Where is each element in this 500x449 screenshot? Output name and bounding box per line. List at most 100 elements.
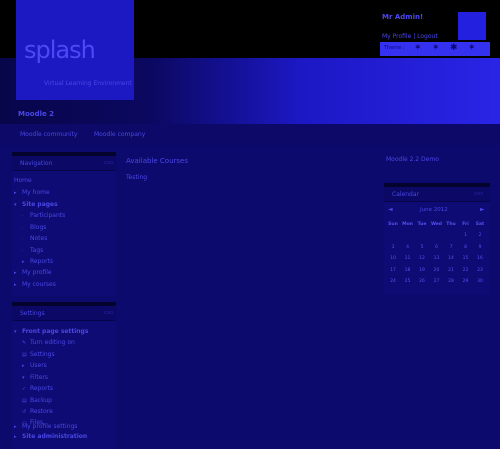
calendar-day[interactable]: 20	[430, 268, 444, 273]
theme-splash-2-icon[interactable]: ✶	[432, 43, 440, 53]
calendar-day[interactable]: 29	[459, 279, 473, 284]
expand-arrow-icon: ▸	[22, 363, 25, 369]
restore-icon: ↺	[22, 409, 27, 415]
calendar-day[interactable]: 4	[401, 245, 415, 250]
calendar-day[interactable]: 19	[415, 268, 429, 273]
calendar-day[interactable]: 9	[473, 245, 487, 250]
settings-backup[interactable]: ▤ Backup	[22, 397, 52, 404]
expand-arrow-icon: ▸	[22, 259, 25, 265]
nav-item-my-courses[interactable]: ▸ My courses	[14, 281, 56, 288]
nav-link-moodle-community[interactable]: Moodle community	[20, 131, 77, 138]
calendar-day[interactable]: 8	[459, 245, 473, 250]
site-short-name[interactable]: Moodle 2	[18, 110, 54, 118]
user-name: Mr Admin!	[382, 13, 424, 21]
settings-settings[interactable]: ▤ Settings	[22, 351, 55, 358]
calendar-day[interactable]: 13	[430, 256, 444, 261]
bullet-icon: ·	[22, 213, 24, 219]
calendar-day[interactable]: 7	[444, 245, 458, 250]
calendar-day[interactable]: 12	[415, 256, 429, 261]
calendar-weekday: Thu	[446, 222, 456, 227]
site-tagline: Virtual Learning Environment	[44, 80, 132, 87]
calendar-weekday: Tue	[417, 222, 427, 227]
calendar-day[interactable]: 2	[473, 233, 487, 238]
expand-arrow-icon: ▸	[14, 424, 17, 430]
calendar-weekday: Sat	[475, 222, 485, 227]
calendar-day[interactable]: 27	[430, 279, 444, 284]
settings-users[interactable]: ▸ Users	[22, 362, 47, 369]
nav-item-tags[interactable]: · Tags	[22, 247, 43, 254]
calendar-day[interactable]: 18	[401, 268, 415, 273]
settings-filters[interactable]: ▾ Filters	[22, 374, 48, 381]
theme-splash-3-icon[interactable]: ✱	[450, 43, 458, 53]
calendar-day[interactable]: 6	[430, 245, 444, 250]
calendar-day[interactable]: 1	[459, 233, 473, 238]
settings-turn-editing-on[interactable]: ✎ Turn editing on	[22, 339, 75, 346]
theme-splash-4-icon[interactable]: ✶	[468, 43, 476, 53]
calendar-month-label[interactable]: June 2012	[420, 207, 448, 213]
calendar-day[interactable]: 11	[401, 256, 415, 261]
nav-item-blogs[interactable]: · Blogs	[22, 224, 46, 231]
calendar-weekday: Sun	[388, 222, 398, 227]
navigation-block-title: Navigation	[20, 160, 53, 167]
calendar-day[interactable]: 24	[386, 279, 400, 284]
available-courses-heading: Available Courses	[126, 157, 188, 165]
calendar-prev-month[interactable]: ◄	[388, 206, 393, 213]
calendar-day[interactable]: 15	[459, 256, 473, 261]
settings-my-profile-settings[interactable]: ▸ My profile settings	[14, 423, 77, 430]
bullet-icon: ·	[22, 225, 24, 231]
expand-arrow-icon: ▸	[14, 270, 17, 276]
theme-label: Theme :	[384, 45, 405, 51]
calendar-day[interactable]: 28	[444, 279, 458, 284]
site-logo[interactable]: splash	[24, 36, 96, 64]
calendar-day[interactable]: 30	[473, 279, 487, 284]
nav-link-moodle-company[interactable]: Moodle company	[94, 131, 145, 138]
calendar-day[interactable]: 14	[444, 256, 458, 261]
calendar-weekday: Mon	[402, 222, 413, 227]
settings-site-administration[interactable]: ▸ Site administration	[14, 433, 87, 440]
nav-item-my-profile[interactable]: ▸ My profile	[14, 269, 52, 276]
profile-links[interactable]: My Profile | Logout	[382, 33, 438, 40]
avatar[interactable]	[458, 12, 486, 40]
nav-item-notes[interactable]: · Notes	[22, 235, 47, 242]
wrench-icon: ✓	[22, 386, 27, 392]
calendar-weekday: Wed	[430, 222, 443, 227]
expand-arrow-icon: ▸	[14, 190, 17, 196]
calendar-day[interactable]: 23	[473, 268, 487, 273]
calendar-day[interactable]: 26	[415, 279, 429, 284]
settings-front-page[interactable]: ▾ Front page settings	[14, 328, 88, 335]
calendar-day[interactable]: 10	[386, 256, 400, 261]
calendar-weekday: Fri	[462, 222, 469, 227]
calendar-next-month[interactable]: ►	[480, 206, 485, 213]
nav-item-site-pages[interactable]: ▾ Site pages	[14, 201, 58, 208]
nav-item-home[interactable]: Home	[14, 177, 32, 184]
collapse-arrow-icon: ▾	[14, 329, 17, 335]
settings-reports[interactable]: ✓ Reports	[22, 385, 53, 392]
collapse-arrow-icon: ▾	[14, 202, 17, 208]
bullet-icon: ·	[22, 236, 24, 242]
calendar-day[interactable]: 3	[386, 245, 400, 250]
calendar-day[interactable]: 16	[473, 256, 487, 261]
filter-icon: ▾	[22, 375, 25, 381]
course-link-testing[interactable]: Testing	[126, 174, 147, 181]
block-controls-icon[interactable]: ▭▭	[104, 160, 113, 166]
expand-arrow-icon: ▸	[14, 282, 17, 288]
calendar-day[interactable]: 21	[444, 268, 458, 273]
nav-item-my-home[interactable]: ▸ My home	[14, 189, 50, 196]
settings-restore[interactable]: ↺ Restore	[22, 408, 53, 415]
bullet-icon: ·	[22, 248, 24, 254]
settings-page-icon: ▤	[22, 352, 27, 358]
settings-block-title: Settings	[20, 310, 45, 317]
calendar-day[interactable]: 17	[386, 268, 400, 273]
block-controls-icon[interactable]: ▭▭	[104, 310, 113, 316]
calendar-day[interactable]: 22	[459, 268, 473, 273]
calendar-day[interactable]: 5	[415, 245, 429, 250]
theme-splash-1-icon[interactable]: ✶	[414, 43, 422, 53]
pencil-icon: ✎	[22, 340, 27, 346]
nav-item-participants[interactable]: · Participants	[22, 212, 65, 219]
calendar-day[interactable]: 25	[401, 279, 415, 284]
expand-arrow-icon: ▸	[14, 434, 17, 440]
calendar-title: Calendar	[392, 191, 419, 198]
backup-icon: ▤	[22, 398, 27, 404]
nav-item-reports[interactable]: ▸ Reports	[22, 258, 53, 265]
block-controls-icon[interactable]: ▭▭	[474, 191, 483, 197]
